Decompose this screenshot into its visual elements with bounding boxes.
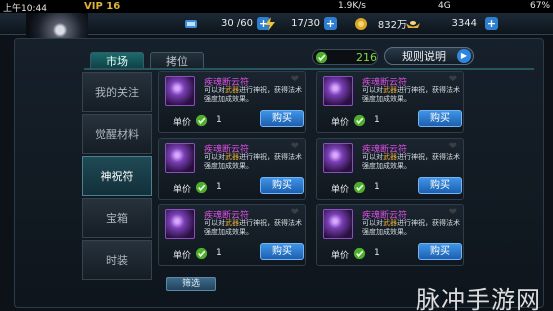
item-card[interactable]: 疾魂断云符 可以对武器进行神祝，获得法术强度加成效果。 ❤ 单价 1 购买 xyxy=(158,204,306,266)
talisman-icon[interactable] xyxy=(323,209,353,239)
add-energy-button[interactable]: + xyxy=(324,17,337,30)
talisman-icon[interactable] xyxy=(165,143,195,173)
item-desc-text: 可以对 xyxy=(204,86,225,94)
item-card[interactable]: 疾魂断云符 可以对武器进行神祝，获得法术强度加成效果。 ❤ 单价 1 购买 xyxy=(316,204,464,266)
item-desc-highlight: 武器 xyxy=(225,219,239,227)
gem-icon xyxy=(195,181,208,194)
price-label: 单价 xyxy=(331,251,350,261)
sidebar-item-treasure-chest[interactable]: 宝箱 xyxy=(82,198,152,238)
price-label: 单价 xyxy=(331,185,350,195)
gem-balance: 216 xyxy=(312,49,378,65)
gem-icon xyxy=(315,51,328,64)
favorite-heart-icon[interactable]: ❤ xyxy=(449,141,457,152)
price-value: 1 xyxy=(374,182,380,192)
item-card[interactable]: 疾魂断云符 可以对武器进行神祝，获得法术强度加成效果。 ❤ 单价 1 购买 xyxy=(316,71,464,133)
tab-divider xyxy=(84,68,534,70)
add-ingot-button[interactable]: + xyxy=(485,17,498,30)
ingot-icon xyxy=(406,20,420,28)
item-desc-highlight: 武器 xyxy=(383,153,397,161)
arrow-right-icon[interactable]: ▶ xyxy=(457,49,471,63)
item-desc-text: 可以对 xyxy=(204,219,225,227)
item-desc-highlight: 武器 xyxy=(383,86,397,94)
talisman-icon[interactable] xyxy=(165,76,195,106)
resource-bar: VIP 16 30 /60 + 17/30 + 832万 3344 + xyxy=(0,1,553,51)
network-type: 4G xyxy=(438,1,451,11)
sidebar-item-blessing-talisman[interactable]: 神祝符 xyxy=(82,156,152,196)
item-card[interactable]: 疾魂断云符 可以对武器进行神祝，获得法术强度加成效果。 ❤ 单价 1 购买 xyxy=(158,138,306,200)
energy-icon xyxy=(265,16,275,31)
item-description: 可以对武器进行神祝，获得法术强度加成效果。 xyxy=(204,153,304,171)
ingot-value: 3344 xyxy=(451,18,477,29)
favorite-heart-icon[interactable]: ❤ xyxy=(449,207,457,218)
item-desc-text: 可以对 xyxy=(204,153,225,161)
item-card[interactable]: 疾魂断云符 可以对武器进行神祝，获得法术强度加成效果。 ❤ 单价 1 购买 xyxy=(158,71,306,133)
site-watermark: 脉冲手游网 xyxy=(416,286,541,311)
stamina-icon xyxy=(185,19,197,28)
item-desc-highlight: 武器 xyxy=(383,219,397,227)
buy-button[interactable]: 购买 xyxy=(418,110,462,127)
price-value: 1 xyxy=(374,248,380,258)
battery-level: 67% xyxy=(530,1,551,11)
resource-energy: 17/30 + xyxy=(262,15,337,32)
gem-balance-value: 216 xyxy=(356,51,377,64)
price-value: 1 xyxy=(374,115,380,125)
resource-coin: 832万 xyxy=(353,15,407,32)
favorite-heart-icon[interactable]: ❤ xyxy=(291,207,299,218)
buy-button[interactable]: 购买 xyxy=(260,110,304,127)
talisman-icon[interactable] xyxy=(323,143,353,173)
price-value: 1 xyxy=(216,182,222,192)
item-desc-highlight: 武器 xyxy=(225,86,239,94)
item-description: 可以对武器进行神祝，获得法术强度加成效果。 xyxy=(362,219,462,237)
price-value: 1 xyxy=(216,115,222,125)
talisman-icon[interactable] xyxy=(323,76,353,106)
tab-market[interactable]: 市场 xyxy=(90,52,144,69)
buy-button[interactable]: 购买 xyxy=(418,243,462,260)
price-label: 单价 xyxy=(173,185,192,195)
favorite-heart-icon[interactable]: ❤ xyxy=(291,74,299,85)
item-desc-text: 可以对 xyxy=(362,219,383,227)
item-description: 可以对武器进行神祝，获得法术强度加成效果。 xyxy=(204,86,304,104)
item-description: 可以对武器进行神祝，获得法术强度加成效果。 xyxy=(362,153,462,171)
item-description: 可以对武器进行神祝，获得法术强度加成效果。 xyxy=(362,86,462,104)
price-label: 单价 xyxy=(173,251,192,261)
sidebar-item-my-follow[interactable]: 我的关注 xyxy=(82,72,152,112)
favorite-heart-icon[interactable]: ❤ xyxy=(449,74,457,85)
item-desc-text: 可以对 xyxy=(362,153,383,161)
vip-badge: VIP 16 xyxy=(84,1,121,12)
network-speed: 1.9K/s xyxy=(338,1,366,11)
gem-icon xyxy=(195,247,208,260)
filter-button[interactable]: 筛选 xyxy=(166,277,216,291)
sidebar-item-fashion[interactable]: 时装 xyxy=(82,240,152,280)
energy-value: 17/30 xyxy=(291,18,320,29)
sidebar-item-awaken-materials[interactable]: 觉醒材料 xyxy=(82,114,152,154)
gem-icon xyxy=(353,247,366,260)
item-description: 可以对武器进行神祝，获得法术强度加成效果。 xyxy=(204,219,304,237)
resource-stamina: 30 /60 + xyxy=(183,15,270,32)
price-label: 单价 xyxy=(173,118,192,128)
coin-value: 832万 xyxy=(377,20,407,31)
buy-button[interactable]: 购买 xyxy=(260,177,304,194)
price-value: 1 xyxy=(216,248,222,258)
stamina-value: 30 /60 xyxy=(221,18,253,29)
item-card[interactable]: 疾魂断云符 可以对武器进行神祝，获得法术强度加成效果。 ❤ 单价 1 购买 xyxy=(316,138,464,200)
item-desc-text: 可以对 xyxy=(362,86,383,94)
item-desc-highlight: 武器 xyxy=(225,153,239,161)
gem-icon xyxy=(195,114,208,127)
coin-icon xyxy=(355,17,367,30)
buy-button[interactable]: 购买 xyxy=(418,177,462,194)
status-bar: 上午10:44 1.9K/s 4G 67% xyxy=(0,0,553,14)
gem-icon xyxy=(353,114,366,127)
talisman-icon[interactable] xyxy=(165,209,195,239)
favorite-heart-icon[interactable]: ❤ xyxy=(291,141,299,152)
tab-stall[interactable]: 拷位 xyxy=(150,52,204,69)
price-label: 单价 xyxy=(331,118,350,128)
gem-icon xyxy=(353,181,366,194)
resource-ingot: 3344 + xyxy=(405,15,498,32)
buy-button[interactable]: 购买 xyxy=(260,243,304,260)
